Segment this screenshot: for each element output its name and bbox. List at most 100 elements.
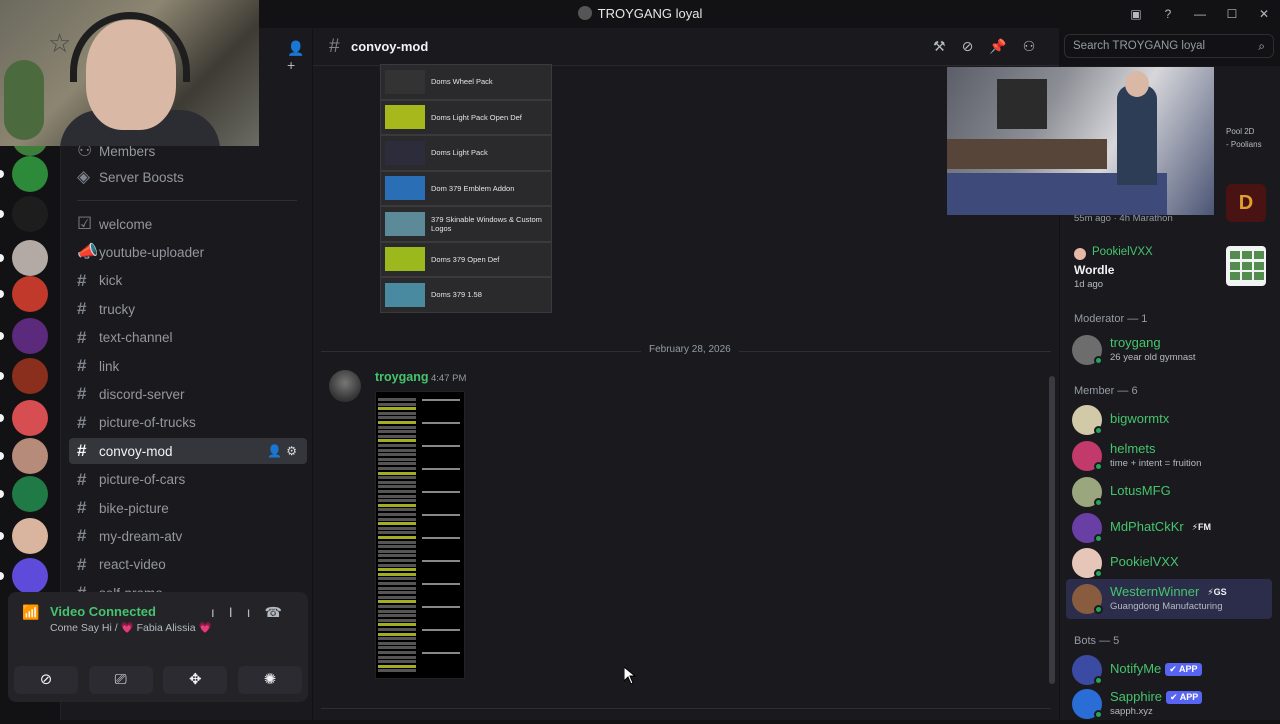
activities-button[interactable]: ✥ [163,666,228,694]
attachment-row [378,577,416,581]
activity-card-wordle[interactable]: PookielVXX Wordle 1d ago [1066,240,1274,294]
close-icon[interactable]: ✕ [1248,7,1280,21]
sidebar-item-label: kick [99,273,123,289]
help-icon[interactable]: ? [1152,7,1184,21]
sidebar-item-text-channel[interactable]: # text-channel [69,325,307,351]
server-icon[interactable] [12,558,48,594]
activity-game: Wordle [1074,263,1115,277]
sidebar-item-convoy-mod[interactable]: # convoy-mod 👤⚙ [69,438,307,465]
member-troygang[interactable]: troygang 26 year old gymnast [1066,330,1272,370]
game-icon[interactable]: D [1226,184,1266,222]
member-tag: ✔ APP [1166,691,1203,704]
attachment-row [378,448,416,452]
inbox-icon[interactable]: ▣ [1120,7,1152,21]
addon-image-list[interactable]: Doms Wheel Pack Doms Light Pack Open Def D… [380,64,552,313]
rules-icon: ☑ [77,214,93,233]
sidebar-item-my-dream-atv[interactable]: # my-dream-atv [69,523,307,549]
server-icon[interactable] [12,476,48,512]
attachment-row [378,503,416,507]
webcam-feed-self[interactable]: ☆ [0,0,259,146]
member-LotusMFG[interactable]: LotusMFG [1066,472,1272,512]
sidebar-item-link[interactable]: # link [69,353,307,379]
message-author[interactable]: troygang [375,370,428,384]
sidebar-item-trucky[interactable]: # trucky [69,296,307,322]
sidebar-item-youtube-uploader[interactable]: 📣 youtube-uploader [69,239,307,265]
attachment-row [378,480,416,484]
member-helmets[interactable]: helmets time + intent = fruition [1066,436,1272,476]
sidebar-item-picture-of-trucks[interactable]: # picture-of-trucks [69,410,307,436]
member-tag: ⚡GS [1207,587,1227,597]
voice-channel-name[interactable]: Come Say Hi / 💗 Fabia Alissia 💗 [50,621,212,634]
group-header-bots: Bots — 5 [1074,635,1120,647]
server-icon[interactable] [12,318,48,354]
minimize-icon[interactable]: — [1184,7,1216,21]
sidebar-item-react-video[interactable]: # react-video [69,552,307,578]
member-name-line: Sapphire ✔ APP [1110,689,1203,704]
screen-share-button[interactable]: ⎚ [88,666,153,694]
soundboard-button[interactable]: ✺ [237,666,302,694]
sidebar-item-server-boosts[interactable]: ◈ Server Boosts [69,164,307,190]
hash-icon: # [77,270,87,290]
sidebar-item-label: youtube-uploader [99,244,205,260]
addon-name: Doms 379 Open Def [431,254,500,264]
sidebar-item-discord-server[interactable]: # discord-server [69,381,307,407]
image-attachment[interactable] [375,391,465,679]
pin-icon[interactable]: 📌 [989,38,1022,54]
invite-icon[interactable]: 👤 [267,444,286,458]
attachment-row [378,494,416,498]
server-icon[interactable] [12,358,48,394]
scrollbar[interactable] [1049,376,1055,684]
attachment-row [378,559,416,562]
attachment-row [378,517,416,521]
invite-icon[interactable]: 👤+ [287,40,312,73]
webcam-feed-member[interactable] [947,67,1214,215]
server-icon[interactable] [12,518,48,554]
attachment-row [378,582,416,585]
mute-icon[interactable]: ⊘ [962,38,990,54]
member-bigwormtx[interactable]: bigwormtx [1066,400,1272,440]
attachment-text [422,652,460,654]
member-list-icon[interactable]: ⚇ [1023,38,1052,54]
gear-icon[interactable]: ⚙ [286,444,301,458]
search-bar[interactable]: ⌕ [1064,34,1274,58]
attachment-row [378,618,416,622]
search-input[interactable] [1073,40,1243,52]
attachment-row [378,641,416,645]
attachment-row [378,536,416,539]
server-icon[interactable] [12,196,48,232]
member-PookielVXX[interactable]: PookielVXX [1066,543,1272,583]
member-name: bigwormtx [1110,411,1170,426]
noise-suppression-icon[interactable]: ıIı [211,604,265,620]
channel-title: convoy-mod [351,39,429,54]
threads-icon[interactable]: ⚒ [933,38,962,54]
camera-off-button[interactable]: ⊘ [14,666,78,694]
sidebar-item-picture-of-cars[interactable]: # picture-of-cars [69,467,307,493]
addon-thumbnail [385,211,425,236]
addon-thumbnail [385,176,425,201]
member-Sapphire[interactable]: Sapphire ✔ APP sapph.xyz [1066,684,1272,724]
member-name: PookielVXX [1110,554,1179,569]
attachment-row [378,402,416,406]
server-icon[interactable] [12,276,48,312]
attachment-row [378,669,416,673]
status-online-icon [1094,605,1103,614]
server-icon[interactable] [12,400,48,436]
member-WesternWinner[interactable]: WesternWinner ⚡GS Guangdong Manufacturing [1066,579,1272,619]
sidebar-item-kick[interactable]: # kick [69,268,307,294]
activity-time: 1d ago [1074,279,1104,290]
server-icon[interactable] [12,240,48,276]
server-icon[interactable] [12,156,48,192]
sidebar-item-bike-picture[interactable]: # bike-picture [69,495,307,521]
disconnect-icon[interactable]: ☎ [265,604,296,620]
avatar[interactable] [329,370,361,402]
sidebar-item-welcome[interactable]: ☑ welcome [69,211,307,237]
member-tag: ⚡FM [1191,522,1212,532]
unread-indicator [0,532,4,540]
attachment-row [378,609,416,613]
member-MdPhatCkKr[interactable]: MdPhatCkKr ⚡FM [1066,508,1272,548]
attachment-row [378,490,416,493]
attachment-row [378,646,416,650]
attachment-row [378,444,416,447]
maximize-icon[interactable]: ☐ [1216,7,1248,21]
server-icon[interactable] [12,438,48,474]
